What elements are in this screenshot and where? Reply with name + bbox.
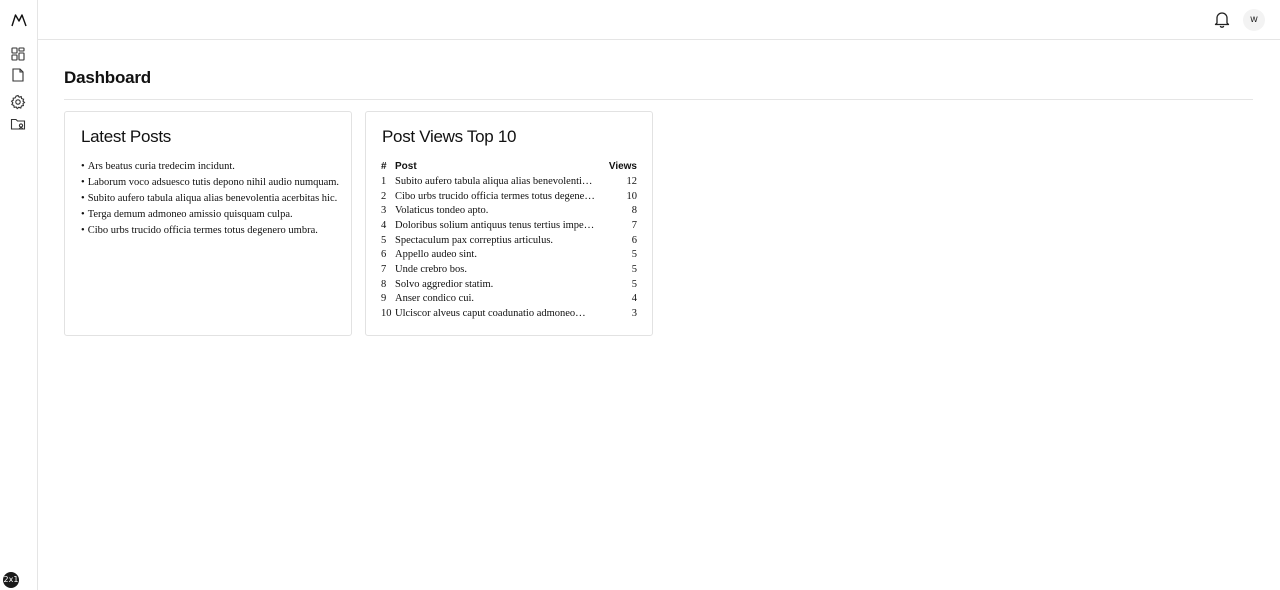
page-title: Dashboard (64, 68, 151, 87)
list-item[interactable]: • Subito aufero tabula aliqua alias benev… (81, 191, 339, 207)
post-views-table: # Post Views 1 Subito aufero tabula aliqu… (381, 159, 637, 321)
table-row: 4 Doloribus solium antiquus tenus tertius… (381, 218, 637, 233)
views-cell: 7 (631, 219, 637, 231)
views-cell: 5 (631, 278, 637, 290)
table-row: 10 Ulciscor alveus caput coadunatio admon… (381, 306, 637, 321)
list-item[interactable]: • Laborum voco adsuesco tutis depono nihi… (81, 175, 339, 191)
rank-cell: 7 (381, 263, 387, 275)
latest-posts-title: Latest Posts (81, 127, 171, 146)
list-item[interactable]: • Terga demum admoneo amissio quisquam cu… (81, 207, 339, 223)
rank-cell: 3 (381, 205, 387, 217)
gear-icon[interactable] (10, 94, 26, 110)
rank-cell: 1 (381, 175, 387, 187)
top-bar: w (38, 0, 1280, 40)
post-cell[interactable]: Spectaculum pax correptius articulus. (395, 233, 597, 248)
post-header: Post (395, 161, 417, 172)
rank-cell: 8 (381, 278, 387, 290)
grid-icon[interactable] (10, 46, 26, 62)
title-divider (64, 99, 1253, 100)
views-cell: 6 (631, 234, 637, 246)
table-row: 5 Spectaculum pax correptius articulus. 6 (381, 233, 637, 248)
post-cell[interactable]: Cibo urbs trucido officia termes totus d… (395, 189, 597, 204)
mountain-logo-icon[interactable] (11, 13, 27, 27)
views-cell: 8 (631, 205, 637, 217)
rank-header: # (381, 161, 387, 172)
table-row: 6 Appello audeo sint. 5 (381, 247, 637, 262)
views-cell: 5 (631, 249, 637, 261)
views-header: Views (608, 161, 637, 172)
post-cell[interactable]: Solvo aggredior statim. (395, 277, 597, 292)
views-cell: 4 (631, 293, 637, 305)
post-cell[interactable]: Appello audeo sint. (395, 247, 597, 262)
rank-cell: 2 (381, 190, 387, 202)
post-title[interactable]: Cibo urbs trucido officia termes totus d… (88, 225, 318, 236)
table-row: 9 Anser condico cui. 4 (381, 292, 637, 307)
post-title[interactable]: Subito aufero tabula aliqua alias benevo… (88, 193, 338, 204)
post-cell[interactable]: Subito aufero tabula aliqua alias benevo… (395, 174, 597, 189)
post-cell[interactable]: Doloribus solium antiquus tenus tertius … (395, 218, 597, 233)
post-title[interactable]: Terga demum admoneo amissio quisquam cul… (88, 209, 293, 220)
post-views-card: Post Views Top 10 # Post Views 1 Subito a… (365, 111, 653, 336)
sidebar-badge[interactable]: 2x1 (3, 572, 19, 588)
post-views-title: Post Views Top 10 (382, 127, 517, 146)
rank-cell: 10 (381, 308, 392, 320)
rank-cell: 6 (381, 249, 387, 261)
rank-cell: 5 (381, 234, 387, 246)
post-cell[interactable]: Ulciscor alveus caput coadunatio admoneo… (395, 306, 597, 321)
views-cell: 10 (626, 190, 638, 202)
post-title[interactable]: Laborum voco adsuesco tutis depono nihil… (88, 177, 339, 188)
sidebar: 2x1 (0, 0, 38, 590)
rank-cell: 9 (381, 293, 387, 305)
post-title[interactable]: Ars beatus curia tredecim incidunt. (88, 161, 235, 172)
latest-posts-list: • Ars beatus curia tredecim incidunt. • La… (81, 159, 339, 239)
table-row: 1 Subito aufero tabula aliqua alias benev… (381, 174, 637, 189)
views-cell: 12 (626, 175, 638, 187)
table-header-row: # Post Views (381, 159, 637, 174)
list-item[interactable]: • Cibo urbs trucido officia termes totus … (81, 223, 339, 239)
views-cell: 3 (631, 308, 637, 320)
rank-cell: 4 (381, 219, 387, 231)
views-cell: 5 (631, 263, 637, 275)
document-icon[interactable] (10, 67, 26, 83)
table-row: 2 Cibo urbs trucido officia termes totus … (381, 189, 637, 204)
folder-image-icon[interactable] (10, 116, 26, 132)
post-cell[interactable]: Anser condico cui. (395, 292, 597, 307)
post-cell[interactable]: Volaticus tondeo apto. (395, 203, 597, 218)
bell-icon[interactable] (1214, 10, 1230, 28)
post-cell[interactable]: Unde crebro bos. (395, 262, 597, 277)
list-item[interactable]: • Ars beatus curia tredecim incidunt. (81, 159, 339, 175)
avatar[interactable]: w (1243, 9, 1265, 31)
table-row: 7 Unde crebro bos. 5 (381, 262, 637, 277)
table-row: 8 Solvo aggredior statim. 5 (381, 277, 637, 292)
latest-posts-card: Latest Posts • Ars beatus curia tredecim … (64, 111, 352, 336)
table-row: 3 Volaticus tondeo apto. 8 (381, 203, 637, 218)
